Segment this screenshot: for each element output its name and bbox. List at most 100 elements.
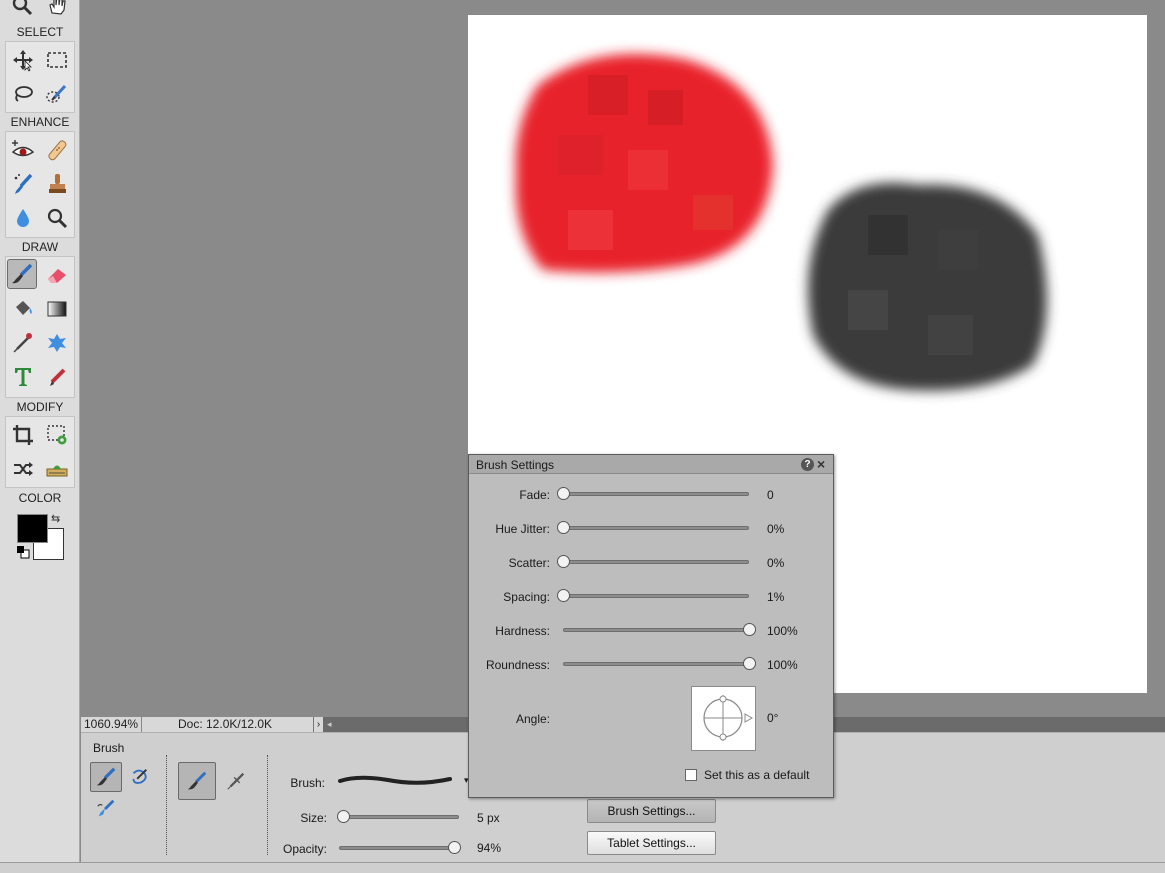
opacity-label: Opacity: (282, 842, 327, 856)
hand-icon[interactable] (42, 0, 72, 20)
roundness-slider-knob[interactable] (743, 657, 756, 670)
scatter-slider-knob[interactable] (557, 555, 570, 568)
fade-label: Fade: (519, 488, 550, 502)
spacing-slider-knob[interactable] (557, 589, 570, 602)
eraser-icon[interactable] (42, 260, 72, 290)
opacity-slider-track[interactable] (339, 846, 459, 850)
spacing-value: 1% (767, 590, 785, 604)
hardness-slider-track[interactable] (563, 628, 749, 632)
size-value: 5 px (477, 811, 500, 825)
roundness-value: 100% (767, 658, 798, 672)
hardness-slider-knob[interactable] (743, 623, 756, 636)
lasso-icon[interactable] (8, 79, 38, 109)
gradient-icon[interactable] (42, 294, 72, 324)
crop-icon[interactable] (8, 420, 38, 450)
draw-tools-group (5, 256, 75, 398)
options-divider (166, 755, 167, 855)
scroll-left-icon[interactable]: ◂ (327, 717, 337, 732)
brush-icon[interactable] (7, 259, 37, 289)
pencil-icon[interactable] (42, 362, 72, 392)
modify-tools-group (5, 416, 75, 488)
straighten-icon[interactable] (42, 454, 72, 484)
document-size-info: Doc: 12.0K/12.0K (141, 717, 313, 732)
set-default-checkbox[interactable] (685, 769, 697, 781)
set-default-label[interactable]: Set this as a default (704, 768, 809, 782)
fade-value: 0 (767, 488, 774, 502)
clone-stamp-icon[interactable] (42, 169, 72, 199)
section-draw-title: DRAW (21, 240, 59, 254)
opacity-slider-knob[interactable] (447, 841, 461, 854)
size-slider-knob[interactable] (337, 810, 351, 823)
spacing-slider-track[interactable] (563, 594, 749, 598)
brush-preset-picker[interactable] (338, 770, 468, 792)
sponge-icon[interactable] (42, 203, 72, 233)
status-menu-arrow-icon[interactable]: › (313, 717, 323, 732)
brush-stroke-preview (338, 775, 452, 785)
angle-dial (703, 695, 754, 741)
size-label: Size: (300, 811, 327, 825)
type-icon[interactable] (8, 362, 38, 392)
airbrush-icon[interactable] (220, 766, 252, 796)
scatter-slider-track[interactable] (563, 560, 749, 564)
hardness-label: Hardness: (495, 624, 550, 638)
close-icon[interactable]: × (817, 456, 825, 472)
hue-jitter-slider-track[interactable] (563, 526, 749, 530)
dialog-title: Brush Settings (476, 458, 555, 472)
angle-value: 0° (767, 711, 779, 725)
spacing-label: Spacing: (503, 590, 550, 604)
fade-slider-knob[interactable] (557, 487, 570, 500)
red-eye-icon[interactable] (8, 135, 38, 165)
fade-slider-track[interactable] (563, 492, 749, 496)
hue-jitter-slider-knob[interactable] (557, 521, 570, 534)
brush-label: Brush: (290, 776, 325, 790)
hue-jitter-label: Hue Jitter: (495, 522, 550, 536)
options-divider (267, 755, 268, 855)
brush-settings-dialog: Brush Settings ? × Fade: 0 Hue Jitter: 0% Sc… (468, 454, 834, 798)
angle-roundness-widget[interactable] (691, 686, 756, 751)
recompose-icon[interactable] (42, 420, 72, 450)
foreground-color-swatch[interactable] (17, 514, 48, 543)
swap-colors-icon[interactable]: ⇆ (51, 512, 60, 525)
select-tools-group (5, 41, 75, 113)
enhance-tools-group (5, 131, 75, 238)
roundness-label: Roundness: (485, 658, 550, 672)
move-icon[interactable] (8, 45, 38, 75)
impressionist-brush-icon[interactable] (123, 762, 155, 792)
scatter-value: 0% (767, 556, 785, 570)
angle-label: Angle: (515, 712, 550, 726)
brush-settings-button[interactable]: Brush Settings... (587, 799, 716, 823)
hardness-value: 100% (767, 624, 798, 638)
toolbox: SELECT ENHANCE DRAW MODIFY COLOR ⇆ (0, 0, 80, 862)
tablet-settings-button[interactable]: Tablet Settings... (587, 831, 716, 855)
rectangular-marquee-icon[interactable] (42, 45, 72, 75)
zoom-level-field[interactable]: 1060.94% (81, 717, 141, 732)
section-enhance-title: ENHANCE (10, 115, 70, 129)
size-slider-track[interactable] (339, 815, 459, 819)
airbrush-off-icon[interactable] (178, 762, 216, 800)
roundness-slider-track[interactable] (563, 662, 749, 666)
default-colors-icon[interactable] (16, 545, 30, 559)
scatter-label: Scatter: (508, 556, 550, 570)
zoom-icon[interactable] (7, 0, 37, 20)
eyedropper-icon[interactable] (8, 328, 38, 358)
blur-icon[interactable] (8, 203, 38, 233)
dark-paint-blob (808, 182, 1047, 391)
brush-mode-icon[interactable] (90, 762, 122, 792)
canvas-scroll-area (1147, 0, 1165, 717)
quick-selection-icon[interactable] (42, 79, 72, 109)
opacity-value: 94% (477, 841, 502, 855)
color-replacement-icon[interactable] (90, 794, 122, 824)
section-select-title: SELECT (16, 25, 64, 39)
section-modify-title: MODIFY (16, 400, 64, 414)
dialog-titlebar[interactable]: Brush Settings ? × (469, 455, 833, 474)
content-aware-move-icon[interactable] (8, 454, 38, 484)
paint-bucket-icon[interactable] (8, 294, 38, 324)
help-icon[interactable]: ? (801, 458, 814, 471)
section-color-title: COLOR (18, 491, 62, 505)
bottom-panel-bar (0, 862, 1165, 873)
hue-jitter-value: 0% (767, 522, 785, 536)
custom-shape-icon[interactable] (42, 328, 72, 358)
tool-options-title: Brush (93, 741, 125, 755)
spot-healing-brush-icon[interactable] (42, 135, 72, 165)
smart-brush-icon[interactable] (8, 169, 38, 199)
